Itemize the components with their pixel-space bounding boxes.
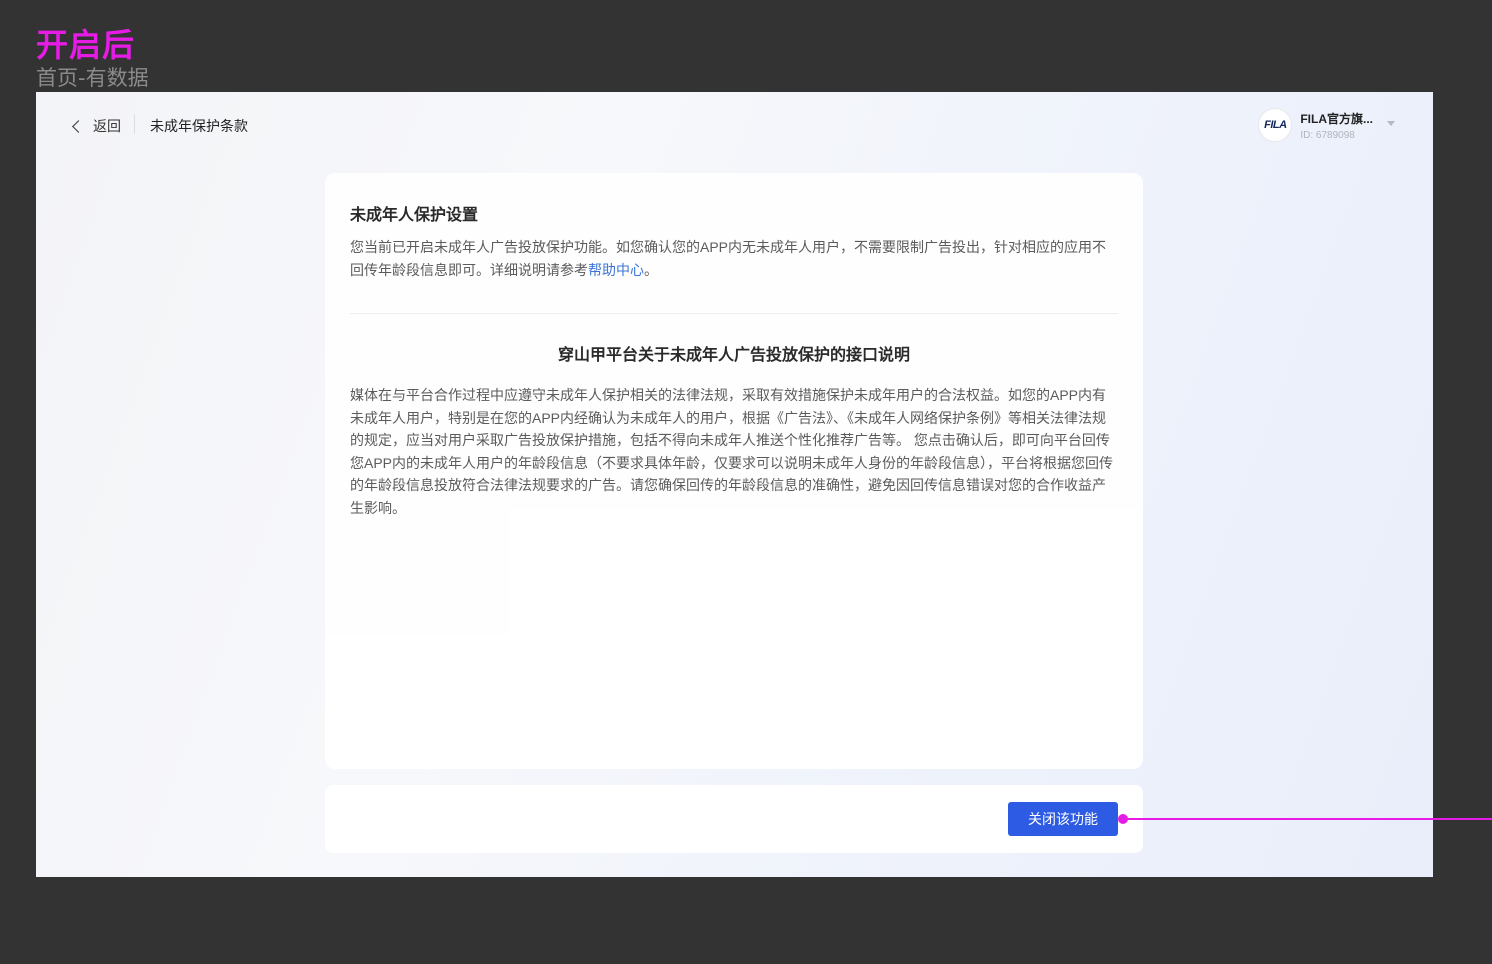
account-avatar: FILA (1258, 108, 1293, 142)
annotation-pointer-line (1123, 818, 1492, 820)
back-button[interactable]: 返回 (72, 116, 121, 136)
content-card: 未成年人保护设置 您当前已开启未成年人广告投放保护功能。如您确认您的APP内无未… (325, 173, 1143, 769)
help-center-link[interactable]: 帮助中心 (588, 262, 644, 278)
app-frame: 返回 未成年保护条款 FILA FILA官方旗... ID: 6789098 未… (36, 92, 1433, 877)
top-header: 返回 未成年保护条款 FILA FILA官方旗... ID: 6789098 (36, 92, 1433, 156)
account-id: ID: 6789098 (1300, 129, 1355, 141)
settings-title: 未成年人保护设置 (350, 207, 479, 224)
chevron-left-icon (72, 119, 85, 133)
page-title: 未成年保护条款 (150, 118, 248, 134)
close-feature-button[interactable]: 关闭该功能 (1008, 802, 1118, 836)
annotation-title: 开启后 (36, 26, 136, 64)
account-switcher[interactable]: FILA FILA官方旗... ID: 6789098 (1258, 108, 1395, 142)
settings-description-text: 您当前已开启未成年人广告投放保护功能。如您确认您的APP内无未成年人用户，不需要… (350, 239, 1107, 278)
annotation-subtitle: 首页-有数据 (36, 66, 149, 90)
content-divider (350, 313, 1118, 314)
account-name: FILA官方旗... (1300, 111, 1373, 126)
header-divider (134, 114, 135, 134)
settings-description-end: 。 (644, 262, 658, 278)
document-body: 媒体在与平台合作过程中应遵守未成年人保护相关的法律法规，采取有效措施保护未成年用… (350, 387, 1114, 516)
document-title: 穿山甲平台关于未成年人广告投放保护的接口说明 (557, 347, 910, 364)
settings-description: 您当前已开启未成年人广告投放保护功能。如您确认您的APP内无未成年人用户，不需要… (350, 236, 1118, 282)
action-footer: 关闭该功能 (325, 785, 1143, 853)
caret-down-icon[interactable] (1387, 120, 1395, 126)
fila-logo: FILA (1264, 119, 1287, 131)
back-label: 返回 (93, 118, 121, 134)
